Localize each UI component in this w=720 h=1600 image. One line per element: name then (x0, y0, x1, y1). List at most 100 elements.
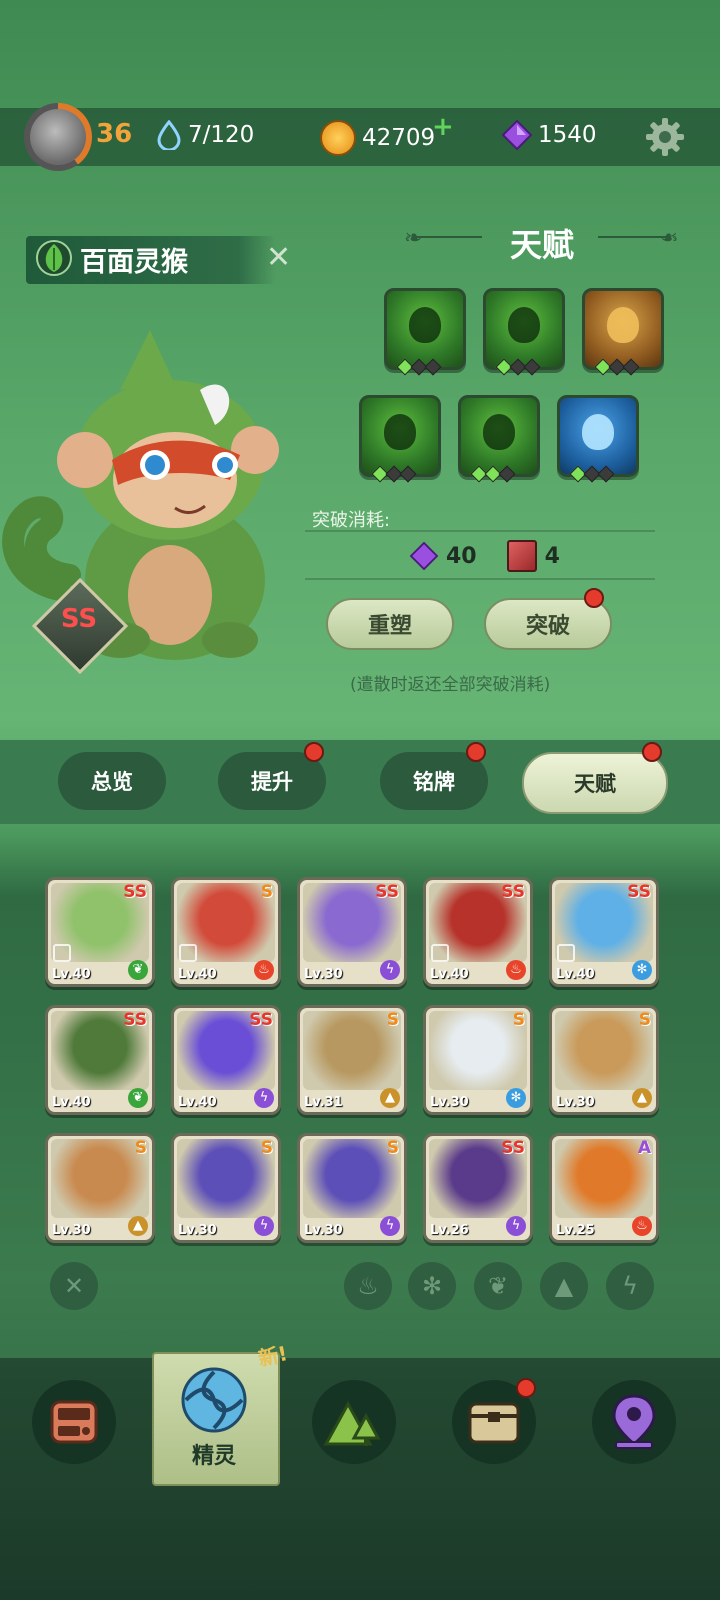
pet-rank: S (134, 1138, 147, 1158)
tab-1[interactable]: 总览 (58, 752, 166, 810)
pet-rank: SS (501, 882, 525, 902)
pet-rank: A (637, 1138, 651, 1158)
pet-rank: SS (375, 882, 399, 902)
fire-element-icon: ♨ (632, 1216, 652, 1236)
pet-card[interactable]: SS Lv.30 ϟ (297, 877, 407, 987)
tab-label: 总览 (91, 770, 133, 794)
pet-card[interactable]: SS Lv.40 ❦ (45, 1005, 155, 1115)
add-coins-plus-icon[interactable]: + (432, 112, 454, 142)
ornament-arrow-icon: ❧ (660, 226, 679, 251)
leaf-element-icon: ❦ (128, 960, 148, 980)
pet-rank: S (512, 1010, 525, 1030)
fire-element-icon: ♨ (506, 960, 526, 980)
pet-card[interactable]: SS Lv.40 ♨ (423, 877, 533, 987)
pet-rank: SS (123, 1010, 147, 1030)
thunder-element-icon: ϟ (506, 1216, 526, 1236)
mountain-tree-icon (323, 1400, 381, 1446)
level-pip (424, 358, 442, 376)
ornament-arrow-icon: ❧ (404, 226, 423, 251)
tab-4[interactable]: 天赋 (522, 752, 668, 814)
pet-card[interactable]: SS Lv.26 ϟ (423, 1133, 533, 1243)
nav-location-button[interactable] (592, 1380, 676, 1464)
pet-level: Lv.30 (556, 1095, 595, 1110)
pet-card[interactable]: S Lv.30 ✻ (423, 1005, 533, 1115)
cost-books-value: 4 (544, 543, 560, 569)
ice-filter-icon[interactable]: ✻ (408, 1262, 456, 1310)
talent-slot-4[interactable] (359, 395, 441, 483)
purple-gem-icon (410, 542, 438, 570)
leaf-element-icon: ❦ (128, 1088, 148, 1108)
console-device-icon (50, 1400, 98, 1444)
talent-level-dots (569, 465, 615, 483)
talent-level-dots (470, 465, 516, 483)
talent-level-dots (371, 465, 417, 483)
red-book-icon (506, 540, 537, 572)
divider (305, 530, 655, 532)
breakthrough-cost-row: 40 4 (410, 540, 560, 572)
pet-card[interactable]: SS Lv.40 ❦ (45, 877, 155, 987)
talent-slot-3[interactable] (582, 288, 664, 376)
pet-level: Lv.30 (304, 1223, 343, 1238)
pet-level: Lv.40 (430, 967, 469, 982)
spiky-seed-icon (483, 414, 515, 450)
pet-card[interactable]: S Lv.30 ▲ (549, 1005, 659, 1115)
thunder-element-icon: ϟ (254, 1088, 274, 1108)
breakthrough-cost-label: 突破消耗: (312, 510, 391, 531)
nav-device-button[interactable] (32, 1380, 116, 1464)
notification-dot (584, 588, 604, 608)
pet-card[interactable]: S Lv.31 ▲ (297, 1005, 407, 1115)
coin-counter[interactable]: 42709 (320, 120, 435, 156)
thunder-element-icon: ϟ (380, 1216, 400, 1236)
notification-dot (642, 742, 662, 762)
close-filter-icon[interactable]: ✕ (50, 1262, 98, 1310)
talent-slot-1[interactable] (384, 288, 466, 376)
pet-card[interactable]: SS Lv.40 ✻ (549, 877, 659, 987)
pet-level: Lv.40 (178, 967, 217, 982)
talent-slot-2[interactable] (483, 288, 565, 376)
nav-map-button[interactable] (312, 1380, 396, 1464)
pet-card[interactable]: S Lv.30 ▲ (45, 1133, 155, 1243)
pet-level: Lv.30 (430, 1095, 469, 1110)
gem-value: 1540 (538, 122, 597, 148)
level-pip (399, 465, 417, 483)
ice-element-icon: ✻ (506, 1088, 526, 1108)
thunder-filter-icon[interactable]: ϟ (606, 1262, 654, 1310)
earth-element-icon: ▲ (632, 1088, 652, 1108)
pet-card[interactable]: S Lv.30 ϟ (297, 1133, 407, 1243)
claw-icon (409, 307, 441, 343)
talent-level-dots (495, 358, 541, 376)
cost-gems-value: 40 (446, 543, 477, 569)
drop-shape-icon (508, 307, 540, 343)
pet-card[interactable]: S Lv.40 ♨ (171, 877, 281, 987)
talent-level-dots (396, 358, 442, 376)
pet-level: Lv.26 (430, 1223, 469, 1238)
treasure-chest-icon (468, 1402, 520, 1444)
earth-filter-icon[interactable]: ▲ (540, 1262, 588, 1310)
pet-level: Lv.25 (556, 1223, 595, 1238)
pet-rank: SS (627, 882, 651, 902)
energy-counter[interactable]: 7/120 (156, 120, 254, 150)
fire-filter-icon[interactable]: ♨ (344, 1262, 392, 1310)
pet-level: Lv.40 (178, 1095, 217, 1110)
pet-level: Lv.40 (52, 967, 91, 982)
pet-card[interactable]: S Lv.30 ϟ (171, 1133, 281, 1243)
pet-rank: S (386, 1010, 399, 1030)
player-level: 36 (96, 119, 133, 149)
earth-element-icon: ▲ (128, 1216, 148, 1236)
player-avatar[interactable] (24, 103, 92, 171)
pet-card[interactable]: SS Lv.40 ϟ (171, 1005, 281, 1115)
talent-slot-6[interactable] (557, 395, 639, 483)
tab-label: 提升 (251, 770, 293, 794)
talent-slot-5[interactable] (458, 395, 540, 483)
pet-rank: S (386, 1138, 399, 1158)
level-pip (523, 358, 541, 376)
leaf-filter-icon[interactable]: ❦ (474, 1262, 522, 1310)
tab-label: 天赋 (574, 772, 616, 796)
talent-title: 天赋 (510, 226, 575, 264)
reshape-button[interactable]: 重塑 (326, 598, 454, 650)
pet-rank: SS (501, 1138, 525, 1158)
gem-counter[interactable]: 1540 (502, 120, 597, 150)
settings-gear-icon[interactable] (644, 116, 686, 158)
close-icon[interactable]: ✕ (266, 240, 291, 275)
pet-card[interactable]: A Lv.25 ♨ (549, 1133, 659, 1243)
